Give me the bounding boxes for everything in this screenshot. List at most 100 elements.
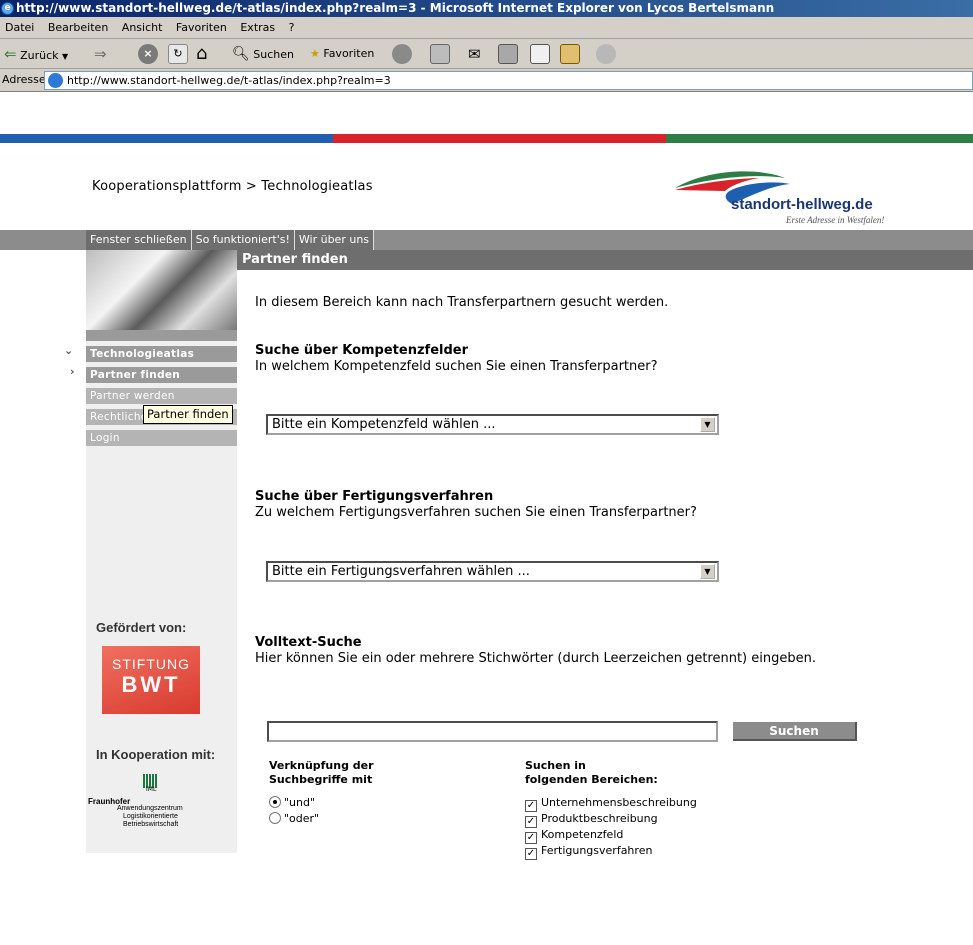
- checkbox[interactable]: ✓: [525, 800, 537, 812]
- ie-icon: e: [1, 2, 14, 15]
- fulltext-question: Hier können Sie ein oder mehrere Stichwö…: [255, 651, 816, 666]
- address-input[interactable]: http://www.standort-hellweg.de/t-atlas/i…: [44, 71, 973, 90]
- fulltext-search-input[interactable]: [267, 721, 718, 742]
- home-button[interactable]: ⌂: [196, 43, 207, 65]
- radio-und[interactable]: "und": [269, 796, 315, 809]
- discuss-button[interactable]: [560, 43, 580, 65]
- forward-arrow-icon: ⇒: [94, 45, 107, 63]
- close-window-link[interactable]: Fenster schließen: [86, 230, 192, 250]
- edit-button[interactable]: [530, 43, 550, 65]
- manufacturing-select[interactable]: Bitte ein Fertigungsverfahren wählen ...…: [266, 561, 719, 582]
- chevron-down-icon[interactable]: ▼: [700, 417, 715, 432]
- stop-icon: ×: [138, 44, 158, 64]
- edit-icon: [530, 44, 550, 64]
- manufacturing-select-value: Bitte ein Fertigungsverfahren wählen ...: [272, 564, 530, 579]
- messenger-icon: [596, 44, 616, 64]
- address-label: Adresse: [2, 73, 46, 86]
- back-button[interactable]: ⇐ Zurück ▼: [4, 43, 68, 65]
- favorites-icon: ★: [310, 47, 320, 60]
- history-button[interactable]: [430, 43, 450, 65]
- logo-text[interactable]: standort-hellweg.de: [731, 196, 873, 213]
- checkbox-unternehmensbeschreibung[interactable]: ✓ Unternehmensbeschreibung: [525, 796, 697, 812]
- checkbox-produktbeschreibung[interactable]: ✓ Produktbeschreibung: [525, 812, 658, 828]
- sidebar-item-partner-werden[interactable]: Partner werden: [86, 388, 237, 404]
- chevron-down-icon: ▼: [62, 52, 69, 61]
- page-icon: [48, 73, 63, 88]
- areas-heading-line2: folgenden Bereichen:: [525, 773, 658, 786]
- checkbox-kompetenzfeld[interactable]: ✓ Kompetenzfeld: [525, 828, 623, 844]
- breadcrumb: Kooperationsplattform > Technologieatlas: [92, 179, 373, 194]
- link-heading: Verknüpfung der Suchbegriffe mit: [269, 759, 374, 787]
- about-us-link[interactable]: Wir über uns: [295, 230, 375, 250]
- stiftung-bwt-logo[interactable]: STIFTUNG BWT: [102, 646, 200, 714]
- menu-datei[interactable]: Datei: [0, 17, 39, 39]
- history-icon: [430, 44, 450, 64]
- radio-button[interactable]: [269, 812, 281, 824]
- competence-select[interactable]: Bitte ein Kompetenzfeld wählen ... ▼: [266, 414, 719, 435]
- manufacturing-heading: Suche über Fertigungsverfahren: [255, 489, 494, 504]
- competence-heading: Suche über Kompetenzfelder: [255, 343, 468, 358]
- checkbox-label: Produktbeschreibung: [541, 812, 658, 825]
- media-button[interactable]: [392, 43, 412, 65]
- menu-bearbeiten[interactable]: Bearbeiten: [43, 17, 113, 39]
- search-toolbar-label: Suchen: [253, 48, 294, 61]
- checkbox[interactable]: ✓: [525, 816, 537, 828]
- gears-image: [86, 250, 237, 330]
- checkbox-label: Fertigungsverfahren: [541, 844, 653, 857]
- search-button[interactable]: Suchen: [733, 722, 857, 741]
- address-bar: Adresse http://www.standort-hellweg.de/t…: [0, 69, 973, 92]
- chevron-down-icon: ⌄: [64, 344, 74, 357]
- window-title-bar: http://www.standort-hellweg.de/t-atlas/i…: [0, 0, 973, 17]
- checkbox[interactable]: ✓: [525, 832, 537, 844]
- back-arrow-icon: ⇐: [4, 45, 17, 63]
- menu-favoriten[interactable]: Favoriten: [171, 17, 232, 39]
- link-heading-line2: Suchbegriffe mit: [269, 773, 373, 786]
- checkbox[interactable]: ✓: [525, 848, 537, 860]
- how-it-works-link[interactable]: So funktioniert's!: [192, 230, 295, 250]
- home-icon: ⌂: [196, 43, 208, 64]
- mail-button[interactable]: ✉: [468, 43, 481, 65]
- chevron-down-icon[interactable]: ▼: [700, 564, 715, 579]
- fraunhofer-line: Anwendungszentrum: [117, 805, 183, 812]
- intro-text: In diesem Bereich kann nach Transferpart…: [255, 295, 669, 310]
- cooperation-label: In Kooperation mit:: [96, 747, 216, 762]
- forward-button[interactable]: ⇒: [94, 43, 107, 65]
- radio-oder[interactable]: "oder": [269, 812, 319, 825]
- checkbox-label: Kompetenzfeld: [541, 828, 624, 841]
- sidebar-item-label: Technologieatlas: [90, 348, 195, 360]
- color-stripe: [0, 134, 973, 143]
- top-navigation: Fenster schließen So funktioniert's! Wir…: [86, 230, 375, 250]
- menu-extras[interactable]: Extras: [235, 17, 280, 39]
- address-url: http://www.standort-hellweg.de/t-atlas/i…: [67, 74, 391, 87]
- discuss-icon: [560, 44, 580, 64]
- sidebar-item-technologieatlas[interactable]: Technologieatlas: [86, 346, 237, 362]
- competence-question: In welchem Kompetenzfeld suchen Sie eine…: [255, 359, 658, 374]
- fraunhofer-line: Logistikorientierte: [123, 813, 178, 820]
- media-icon: [392, 44, 412, 64]
- stop-button[interactable]: ×: [138, 43, 158, 65]
- sidebar-item-partner-finden[interactable]: Partner finden: [86, 367, 237, 383]
- radio-button[interactable]: [269, 796, 281, 808]
- stripe-blue: [0, 134, 333, 143]
- sidebar-item-label: Partner werden: [90, 390, 175, 402]
- radio-label: "und": [284, 796, 316, 809]
- messenger-button[interactable]: [596, 43, 616, 65]
- tooltip: Partner finden: [143, 405, 233, 424]
- checkbox-fertigungsverfahren[interactable]: ✓ Fertigungsverfahren: [525, 844, 652, 860]
- refresh-button[interactable]: ↻: [168, 43, 188, 65]
- search-toolbar-button[interactable]: 🔍︎ Suchen: [232, 43, 294, 65]
- fraunhofer-description: Anwendungszentrum Logistikorientierte Be…: [117, 805, 183, 829]
- logo-tagline: Erste Adresse in Westfalen!: [786, 215, 885, 225]
- menu-ansicht[interactable]: Ansicht: [117, 17, 168, 39]
- manufacturing-question: Zu welchem Fertigungsverfahren suchen Si…: [255, 505, 697, 520]
- print-button[interactable]: [498, 43, 518, 65]
- sidebar-item-login[interactable]: Login: [86, 430, 237, 446]
- back-label: Zurück: [20, 49, 59, 62]
- favorites-button[interactable]: ★ Favoriten: [310, 43, 374, 65]
- fulltext-heading: Volltext-Suche: [255, 635, 362, 650]
- checkbox-label: Unternehmensbeschreibung: [541, 796, 697, 809]
- print-icon: [498, 44, 518, 64]
- menu-help[interactable]: ?: [284, 17, 300, 39]
- competence-select-value: Bitte ein Kompetenzfeld wählen ...: [272, 417, 496, 432]
- favorites-label: Favoriten: [323, 47, 375, 60]
